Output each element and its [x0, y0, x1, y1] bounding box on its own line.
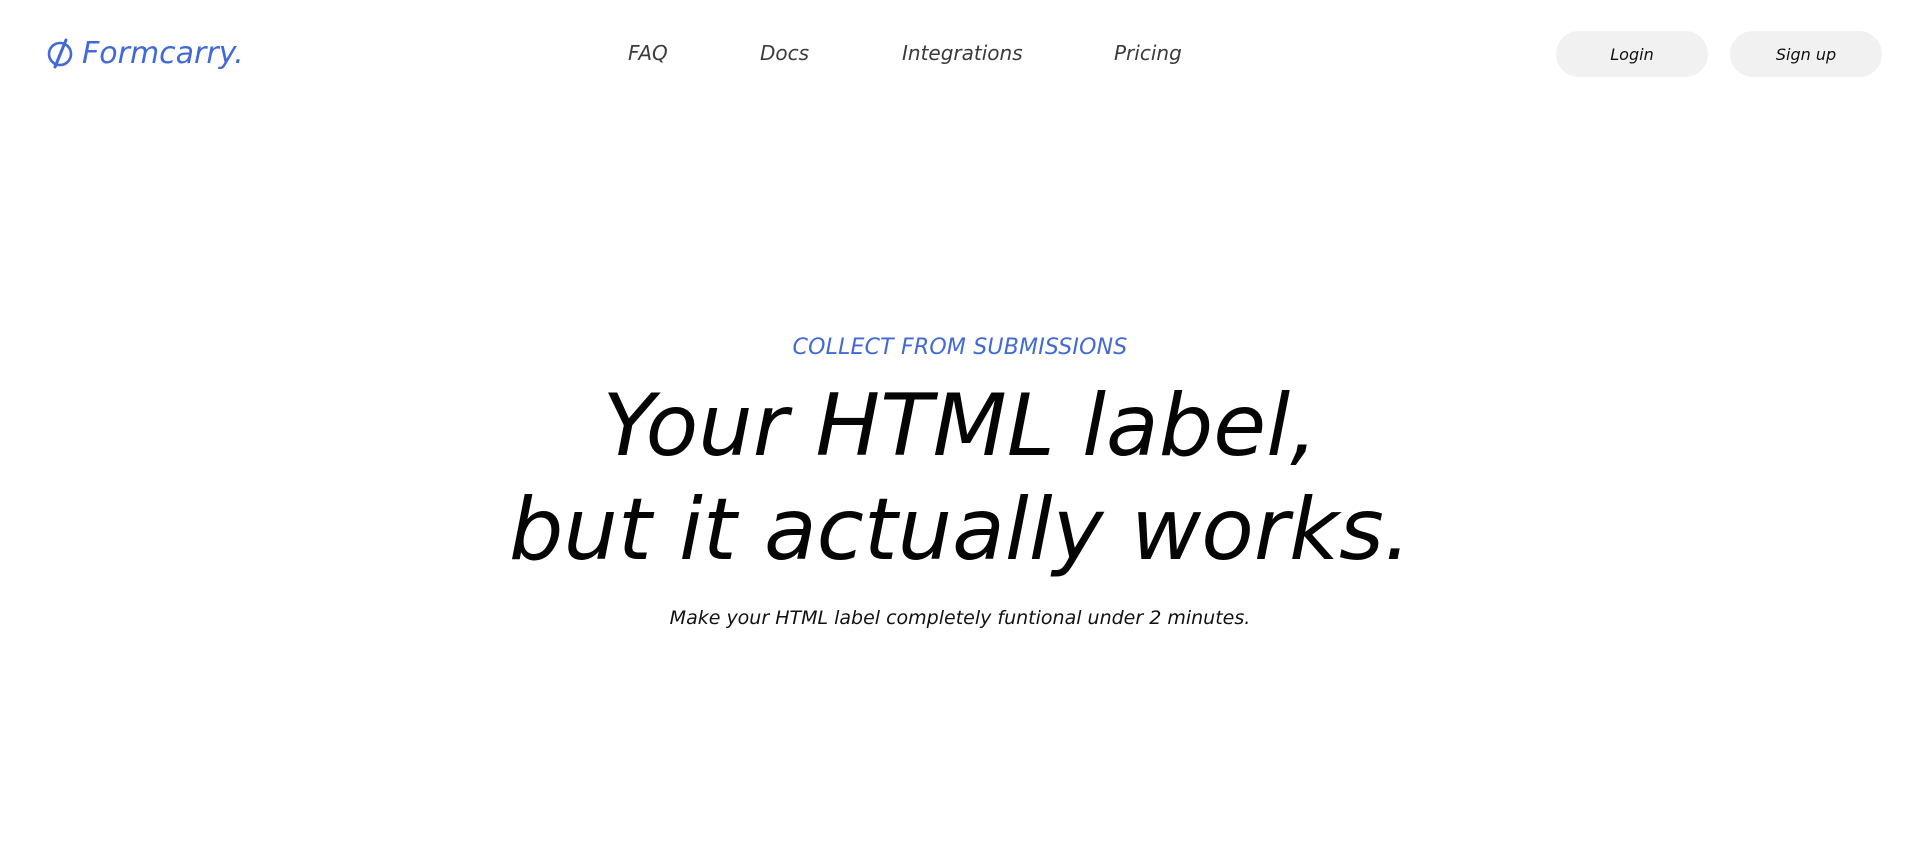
nav-link-docs[interactable]: Docs: [760, 38, 809, 68]
nav-link-pricing[interactable]: Pricing: [1114, 38, 1182, 68]
nav-link-faq[interactable]: FAQ: [628, 38, 668, 68]
hero-headline-line-2: but it actually works.: [508, 480, 1412, 580]
hero-section: COLLECT FROM SUBMISSIONS Your HTML label…: [0, 330, 1920, 632]
hero-headline-line-1: Your HTML label,: [602, 376, 1318, 476]
hero-headline: Your HTML label, but it actually works.: [0, 374, 1920, 582]
hero-subtitle: Make your HTML label completely funtiona…: [669, 607, 1251, 629]
signup-button[interactable]: Sign up: [1730, 31, 1882, 77]
nav-link-integrations[interactable]: Integrations: [902, 38, 1023, 68]
hero-eyebrow: COLLECT FROM SUBMISSIONS: [792, 335, 1128, 360]
site-header: Formcarry. FAQ Docs Integrations Pricing…: [0, 0, 1920, 108]
login-button[interactable]: Login: [1556, 31, 1708, 77]
